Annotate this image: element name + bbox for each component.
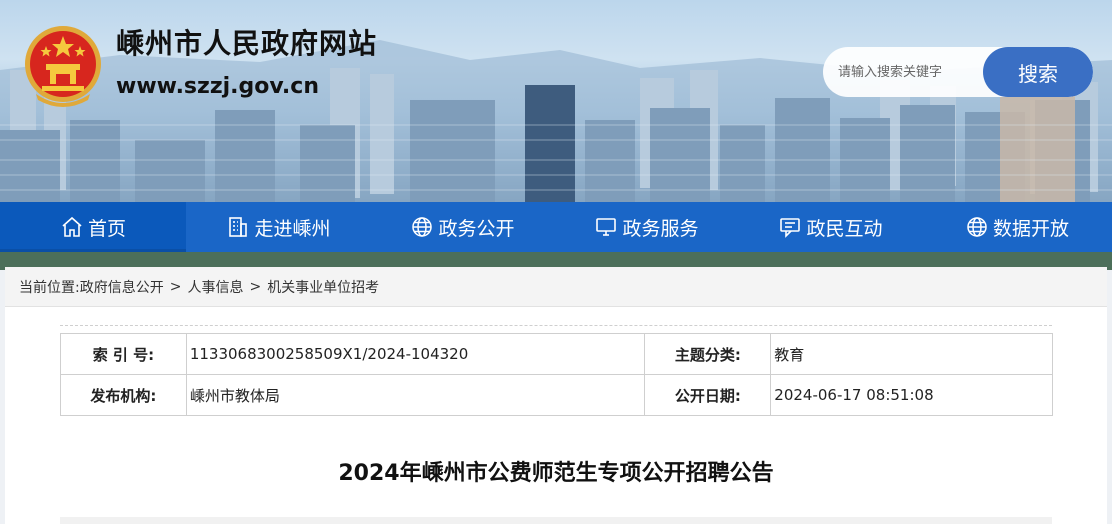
nav-item-gov-service[interactable]: 政务服务 (554, 202, 739, 252)
site-url: www.szzj.gov.cn (116, 74, 319, 99)
publisher-value: 嵊州市教体局 (185, 374, 646, 416)
chat-icon (778, 215, 802, 239)
home-icon (60, 215, 84, 239)
breadcrumb-prefix: 当前位置: (19, 279, 80, 296)
publisher-label: 发布机构: (60, 374, 187, 416)
breadcrumb-link-recruitment[interactable]: 机关事业单位招考 (267, 277, 379, 297)
nav-label: 政民互动 (806, 217, 883, 240)
breadcrumb-link-personnel[interactable]: 人事信息 (187, 277, 243, 297)
breadcrumb-separator: > (169, 278, 182, 295)
nav-item-interaction[interactable]: 政民互动 (739, 202, 922, 252)
divider (60, 325, 1052, 326)
nav-label: 政务公开 (438, 217, 515, 240)
category-value: 教育 (770, 333, 1053, 375)
globe-icon (965, 215, 989, 239)
index-label: 索 引 号: (60, 333, 187, 375)
building-icon (226, 215, 250, 239)
content-divider (60, 517, 1052, 524)
nav-item-open-data[interactable]: 数据开放 (922, 202, 1112, 252)
breadcrumb-separator: > (249, 278, 262, 295)
table-row: 索 引 号: 1133068300258509X1/2024-104320 主题… (60, 333, 1053, 375)
site-title: 嵊州市人民政府网站 (116, 27, 378, 60)
nav-label: 数据开放 (992, 217, 1069, 240)
breadcrumb-link-gov-info[interactable]: 政府信息公开 (80, 277, 164, 297)
breadcrumb: 当前位置: 政府信息公开 > 人事信息 > 机关事业单位招考 (5, 267, 1107, 307)
table-row: 发布机构: 嵊州市教体局 公开日期: 2024-06-17 08:51:08 (60, 374, 1053, 416)
article-title: 2024年嵊州市公费师范生专项公开招聘公告 (338, 461, 774, 486)
nav-label: 走进嵊州 (254, 217, 331, 240)
date-label: 公开日期: (644, 374, 772, 416)
nav-label: 政务服务 (622, 217, 699, 240)
monitor-icon (594, 215, 618, 239)
index-value: 1133068300258509X1/2024-104320 (185, 333, 646, 375)
search-box: 搜索 (823, 47, 1093, 97)
nav-item-about[interactable]: 走进嵊州 (186, 202, 371, 252)
search-input[interactable] (823, 47, 993, 97)
national-emblem-icon (25, 26, 101, 107)
nav-item-gov-info[interactable]: 政务公开 (371, 202, 554, 252)
category-label: 主题分类: (644, 333, 772, 375)
globe-icon (410, 215, 434, 239)
site-brand[interactable]: 嵊州市人民政府网站 www.szzj.gov.cn (22, 22, 377, 108)
main-nav: 首页 走进嵊州 政务公开 政务服务 政民互动 数据开放 (0, 202, 1112, 252)
nav-label: 首页 (87, 217, 126, 240)
nav-item-home[interactable]: 首页 (0, 202, 186, 252)
search-button[interactable]: 搜索 (983, 47, 1093, 97)
content-panel: 索 引 号: 1133068300258509X1/2024-104320 主题… (5, 307, 1107, 524)
date-value: 2024-06-17 08:51:08 (770, 374, 1053, 416)
document-meta-table: 索 引 号: 1133068300258509X1/2024-104320 主题… (60, 333, 1053, 416)
